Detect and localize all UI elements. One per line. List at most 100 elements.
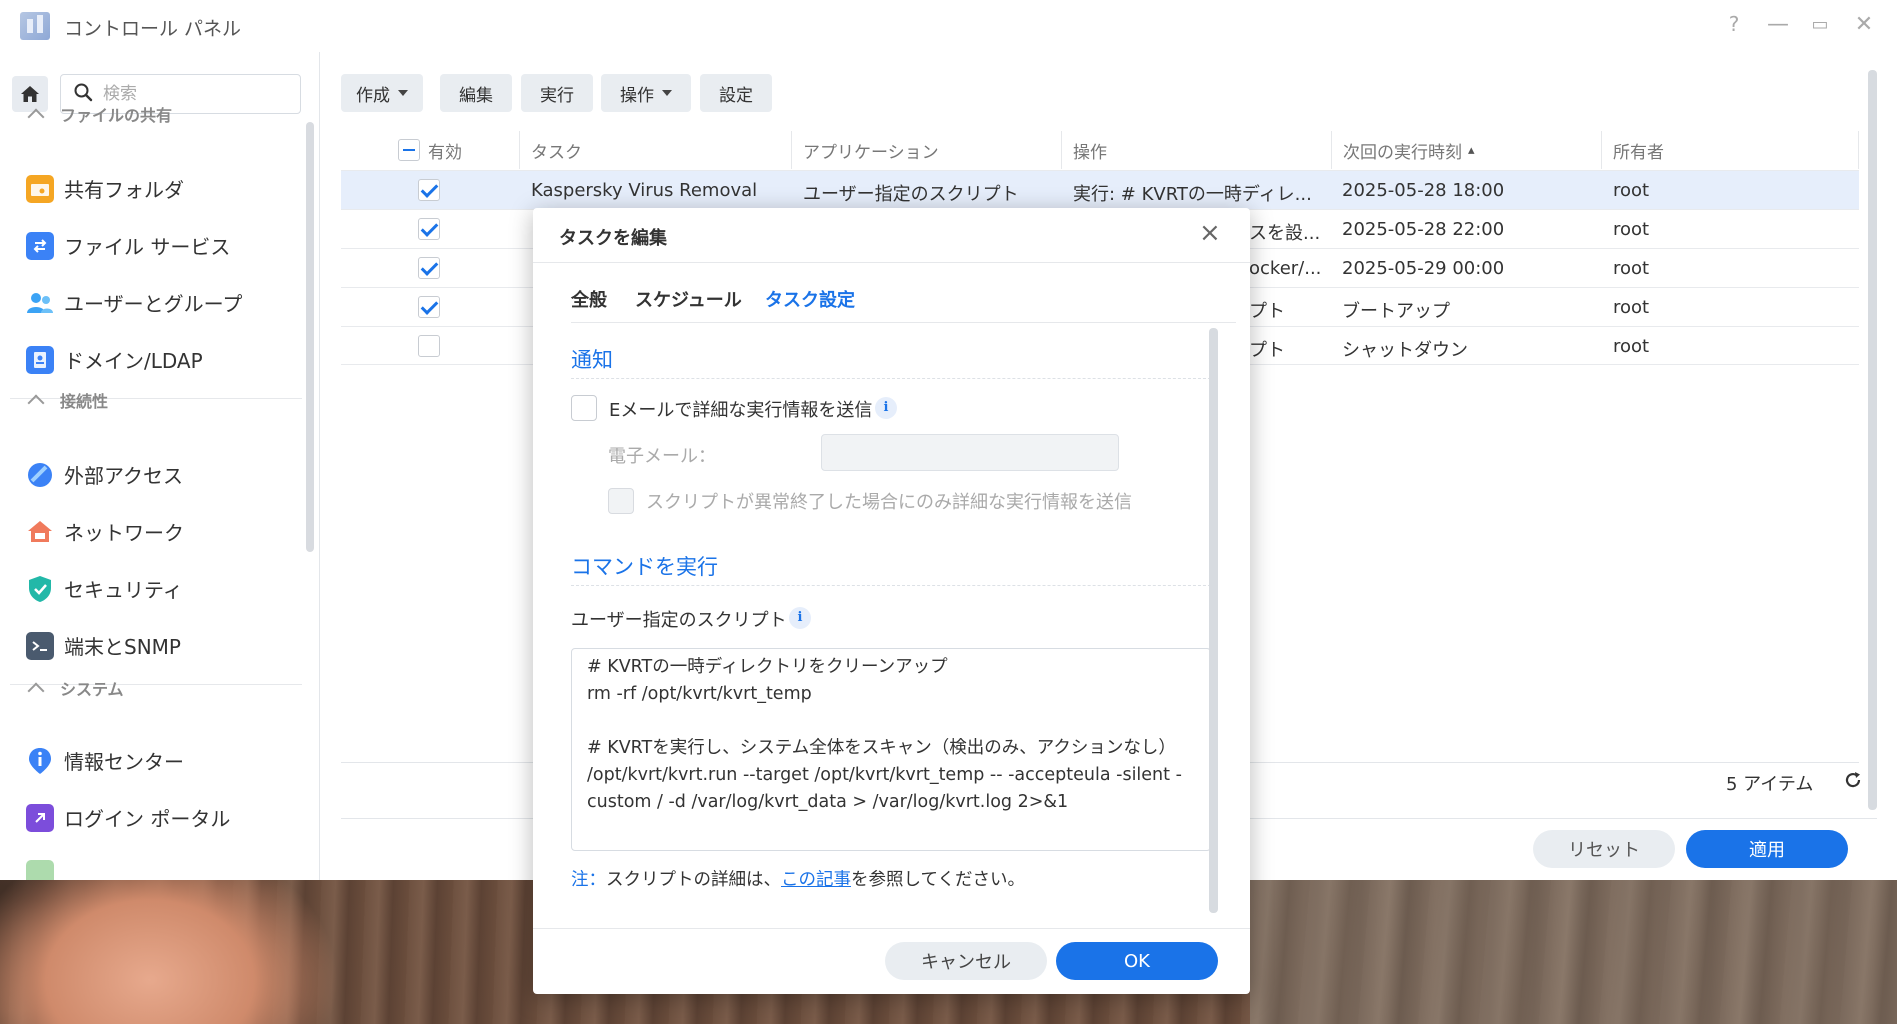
sidebar-item-external-access[interactable]: 外部アクセス [26, 460, 183, 489]
tab-task-settings[interactable]: タスク設定 [765, 286, 855, 312]
notification-section-title: 通知 [571, 348, 613, 372]
column-header-owner[interactable]: 所有者 [1613, 131, 1664, 169]
note-text: スクリプトの詳細は、 [606, 870, 781, 890]
apply-button[interactable]: 適用 [1686, 830, 1848, 868]
sidebar-item-security[interactable]: セキュリティ [26, 574, 183, 603]
sidebar-item-partial [26, 860, 64, 880]
row-action: 実行: # KVRTの一時ディレ... [1073, 184, 1312, 205]
reset-button[interactable]: リセット [1533, 830, 1675, 868]
sidebar-item-domain-ldap[interactable]: ドメイン/LDAP [26, 345, 203, 374]
column-header-action[interactable]: 操作 [1073, 131, 1107, 169]
info-icon[interactable]: i [875, 397, 897, 419]
sidebar-section-title: ファイルの共有 [60, 106, 173, 125]
caret-down-icon [398, 90, 408, 96]
sidebar-section-title: システム [60, 680, 124, 699]
column-separator [1331, 131, 1332, 169]
close-window-icon[interactable]: ✕ [1850, 12, 1878, 37]
column-header-task[interactable]: タスク [531, 131, 582, 169]
sidebar-item-info-center[interactable]: 情報センター [26, 746, 184, 775]
edit-task-dialog: タスクを編集 × 全般 スケジュール タスク設定 通知 Eメールで詳細な実行情報… [533, 208, 1250, 994]
row-next-run: 2025-05-29 00:00 [1342, 258, 1505, 279]
network-icon [26, 518, 54, 546]
sidebar-scrollbar[interactable] [306, 122, 314, 552]
dialog-scrollbar[interactable] [1209, 328, 1218, 913]
info-icon[interactable]: i [789, 607, 811, 629]
table-scrollbar[interactable] [1868, 70, 1877, 810]
dialog-title: タスクを編集 [559, 228, 667, 249]
sidebar-item-label: ログイン ポータル [64, 807, 231, 831]
chevron-up-icon [27, 394, 45, 412]
sidebar-section-file-sharing[interactable]: ファイルの共有 [27, 102, 173, 126]
settings-button[interactable]: 設定 [700, 74, 772, 112]
row-enabled-checkbox[interactable] [418, 296, 440, 318]
close-icon[interactable]: × [1199, 218, 1221, 248]
row-action: ocker/... [1249, 258, 1322, 279]
sidebar-section-title: 接続性 [60, 392, 109, 411]
sidebar-item-label: ネットワーク [64, 521, 184, 545]
email-notify-checkbox[interactable] [571, 395, 597, 421]
domain-icon [26, 345, 54, 374]
email-field[interactable] [821, 434, 1119, 471]
partial-icon [26, 860, 54, 880]
action-button[interactable]: 操作 [601, 74, 691, 112]
row-action: スを設... [1249, 223, 1321, 244]
row-owner: root [1613, 336, 1650, 357]
tab-schedule[interactable]: スケジュール [635, 286, 742, 312]
user-script-textarea[interactable]: # KVRTの一時ディレクトリをクリーンアップ rm -rf /opt/kvrt… [571, 648, 1211, 851]
info-center-icon [26, 747, 54, 775]
run-button[interactable]: 実行 [521, 74, 593, 112]
search-input[interactable] [103, 84, 283, 104]
sidebar-item-shared-folder[interactable]: 共有フォルダ [26, 174, 184, 203]
edit-button-label: 編集 [459, 85, 493, 106]
cancel-button[interactable]: キャンセル [885, 942, 1047, 980]
sidebar-item-login-portal[interactable]: ログイン ポータル [26, 803, 230, 832]
sidebar-item-terminal-snmp[interactable]: 端末とSNMP [26, 631, 181, 660]
file-services-icon [26, 231, 54, 260]
row-task-name: Kaspersky Virus Removal [531, 180, 758, 201]
column-header-application[interactable]: アプリケーション [803, 131, 939, 169]
article-link[interactable]: この記事 [781, 870, 851, 890]
shared-folder-icon [26, 174, 54, 203]
sidebar-item-users-groups[interactable]: ユーザーとグループ [26, 288, 242, 317]
column-header-enabled[interactable]: 有効 [428, 131, 462, 169]
dialog-footer-divider [533, 928, 1250, 929]
ok-button[interactable]: OK [1056, 942, 1218, 980]
sidebar-section-connectivity[interactable]: 接続性 [27, 388, 109, 412]
note-prefix: 注： [571, 870, 606, 890]
login-portal-icon [26, 803, 54, 832]
table-row[interactable]: Kaspersky Virus Removal ユーザー指定のスクリプト 実行:… [341, 170, 1859, 209]
run-button-label: 実行 [540, 85, 574, 106]
row-enabled-checkbox[interactable] [418, 335, 440, 357]
row-enabled-checkbox[interactable] [418, 257, 440, 279]
abnormal-only-checkbox[interactable] [608, 488, 634, 514]
column-separator [519, 131, 520, 169]
row-enabled-checkbox[interactable] [418, 218, 440, 240]
minimize-icon[interactable]: — [1764, 12, 1792, 37]
row-next-run: ブートアップ [1342, 301, 1450, 322]
section-divider [571, 585, 1211, 586]
column-header-next-run[interactable]: 次回の実行時刻 ▴ [1343, 131, 1475, 169]
create-button[interactable]: 作成 [341, 74, 423, 112]
select-all-checkbox[interactable] [398, 139, 420, 161]
sidebar-item-label: ユーザーとグループ [64, 292, 243, 316]
item-count: 5 アイテム [1726, 774, 1814, 795]
sidebar-section-system[interactable]: システム [27, 676, 124, 700]
maximize-icon[interactable]: ▭ [1806, 14, 1834, 35]
sidebar-item-file-services[interactable]: ファイル サービス [26, 231, 230, 260]
help-icon[interactable]: ? [1720, 12, 1748, 36]
caret-down-icon [662, 90, 672, 96]
sidebar-item-label: 外部アクセス [64, 464, 183, 488]
row-next-run: 2025-05-28 22:00 [1342, 219, 1505, 240]
email-field-label: 電子メール： [608, 446, 716, 467]
dialog-header-divider [533, 262, 1250, 263]
sidebar-item-network[interactable]: ネットワーク [26, 517, 184, 546]
window-title: コントロール パネル [64, 18, 242, 40]
edit-button[interactable]: 編集 [440, 74, 512, 112]
row-owner: root [1613, 180, 1650, 201]
tab-general[interactable]: 全般 [571, 286, 607, 312]
row-action: プト [1249, 340, 1285, 361]
row-enabled-checkbox[interactable] [418, 179, 440, 201]
control-panel-app-icon [20, 12, 50, 40]
refresh-icon[interactable] [1843, 770, 1863, 795]
title-bar[interactable]: コントロール パネル ? — ▭ ✕ [0, 0, 1897, 52]
